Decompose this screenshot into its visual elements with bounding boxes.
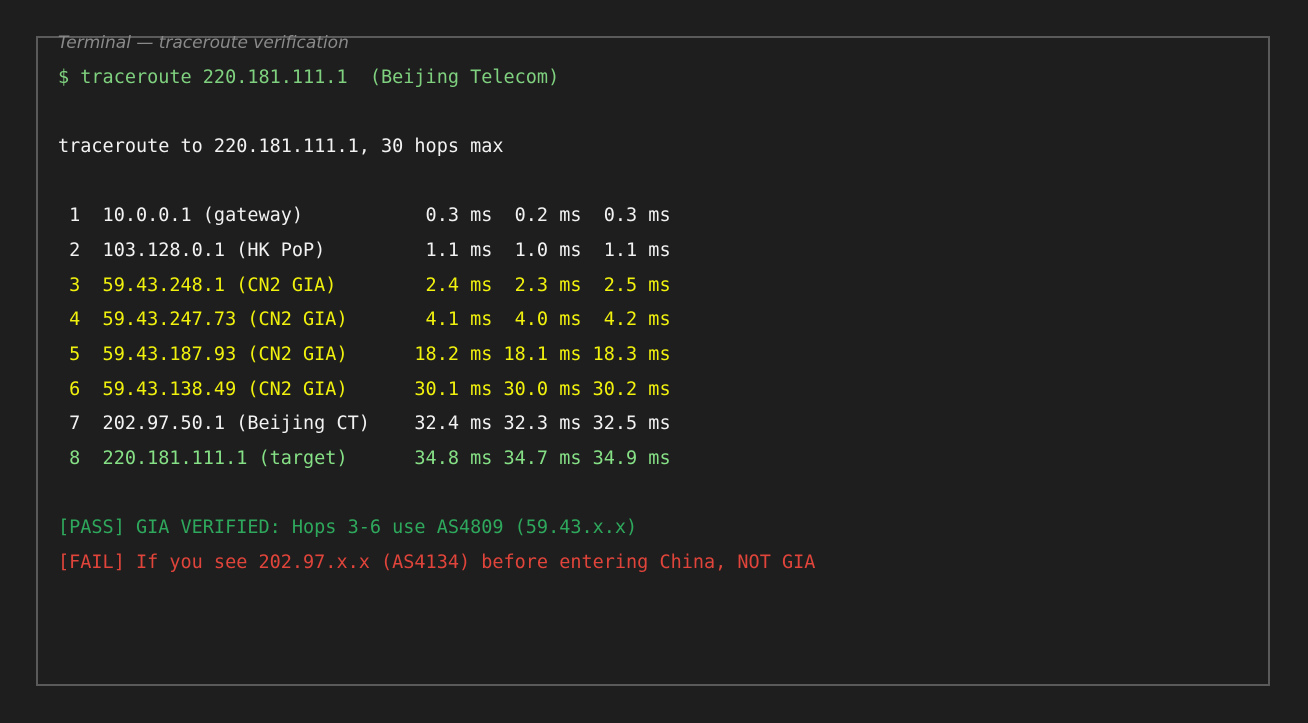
hop-line: 5 59.43.187.93 (CN2 GIA) 18.2 ms 18.1 ms…: [58, 344, 671, 365]
traceroute-header: traceroute to 220.181.111.1, 30 hops max: [58, 136, 504, 157]
hop-line: 7 202.97.50.1 (Beijing CT) 32.4 ms 32.3 …: [58, 413, 671, 434]
hop-line: 2 103.128.0.1 (HK PoP) 1.1 ms 1.0 ms 1.1…: [58, 240, 671, 261]
fail-message: [FAIL] If you see 202.97.x.x (AS4134) be…: [58, 552, 816, 573]
command-line: $ traceroute 220.181.111.1 (Beijing Tele…: [58, 67, 560, 88]
hop-line: 8 220.181.111.1 (target) 34.8 ms 34.7 ms…: [58, 448, 671, 469]
hop-line: 1 10.0.0.1 (gateway) 0.3 ms 0.2 ms 0.3 m…: [58, 205, 671, 226]
pass-message: [PASS] GIA VERIFIED: Hops 3-6 use AS4809…: [58, 517, 638, 538]
hop-line: 6 59.43.138.49 (CN2 GIA) 30.1 ms 30.0 ms…: [58, 379, 671, 400]
window-title: Terminal — traceroute verification: [58, 33, 349, 53]
hop-line: 4 59.43.247.73 (CN2 GIA) 4.1 ms 4.0 ms 4…: [58, 309, 671, 330]
hop-line: 3 59.43.248.1 (CN2 GIA) 2.4 ms 2.3 ms 2.…: [58, 275, 671, 296]
